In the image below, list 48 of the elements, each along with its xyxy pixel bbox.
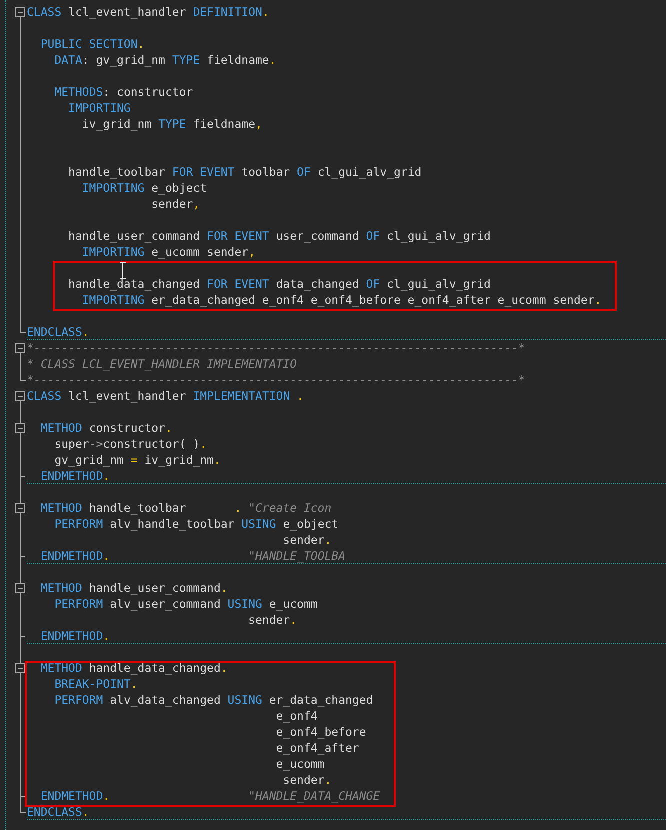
collapse-icon[interactable] <box>16 344 26 354</box>
collapse-icon[interactable] <box>16 504 26 514</box>
code-line: sender, <box>150 196 200 212</box>
code-line: CLASS lcl_event_handler IMPLEMENTATION . <box>27 388 304 404</box>
code-line: handle_data_changed FOR EVENT data_changed OF cl_gui_alv_grid <box>68 276 491 292</box>
code-line: e_onf4 <box>275 708 318 724</box>
collapse-icon[interactable] <box>16 584 26 594</box>
code-line: *----------------------------------------------------------------------* <box>27 372 526 388</box>
code-line: METHODS: constructor <box>54 84 194 100</box>
code-line: IMPORTING e_object <box>81 180 208 196</box>
code-line: ENDMETHOD. "HANDLE_TOOLBA <box>40 548 346 564</box>
code-line: BREAK-POINT. <box>54 676 138 692</box>
code-line: sender. <box>282 532 332 548</box>
code-line: iv_grid_nm TYPE fieldname, <box>81 116 262 132</box>
code-line: PERFORM alv_user_command USING e_ucomm <box>54 596 318 612</box>
code-line: *----------------------------------------------------------------------* <box>27 340 526 356</box>
code-line: IMPORTING e_ucomm sender, <box>81 244 256 260</box>
code-line: PERFORM alv_handle_toolbar USING e_object <box>54 516 339 532</box>
code-line: e_onf4_after <box>275 740 360 756</box>
collapse-icon[interactable] <box>16 392 26 402</box>
code-line: METHOD handle_data_changed. <box>40 660 228 676</box>
code-line: e_ucomm <box>275 756 325 772</box>
code-line: ENDMETHOD. <box>40 468 110 484</box>
code-line: e_onf4_before <box>275 724 366 740</box>
code-line: sender. <box>282 772 332 788</box>
code-line: METHOD constructor. <box>40 420 172 436</box>
code-line: * CLASS LCL_EVENT_HANDLER IMPLEMENTATIO <box>27 356 298 372</box>
code-line: ENDMETHOD. <box>40 628 110 644</box>
code-line: sender. <box>248 612 298 628</box>
code-line: PERFORM alv_data_changed USING er_data_changed <box>54 692 374 708</box>
code-line: handle_user_command FOR EVENT user_command OF cl_gui_alv_grid <box>68 228 491 244</box>
collapse-icon[interactable] <box>16 424 26 434</box>
code-line: METHOD handle_toolbar . "Create Icon <box>40 500 332 516</box>
code-line: DATA: gv_grid_nm TYPE fieldname. <box>54 52 276 68</box>
collapse-icon[interactable] <box>16 8 26 18</box>
code-line: IMPORTING er_data_changed e_onf4 e_onf4_before e_onf4_after e_ucomm sender. <box>81 292 602 308</box>
code-line: ENDMETHOD. "HANDLE_DATA_CHANGE <box>40 788 380 804</box>
collapse-icon[interactable] <box>16 664 26 674</box>
code-line: METHOD handle_user_command. <box>40 580 228 596</box>
code-line: ENDCLASS. <box>27 804 90 820</box>
text-cursor-icon <box>119 262 127 279</box>
code-line: CLASS lcl_event_handler DEFINITION. <box>27 4 270 20</box>
code-line: PUBLIC SECTION. <box>40 36 145 52</box>
code-line: handle_toolbar FOR EVENT toolbar OF cl_gui_alv_grid <box>68 164 422 180</box>
code-line: super->constructor( ). <box>54 436 208 452</box>
code-line: IMPORTING <box>68 100 131 116</box>
code-line: ENDCLASS. <box>27 324 90 340</box>
code-line: gv_grid_nm = iv_grid_nm. <box>54 452 221 468</box>
